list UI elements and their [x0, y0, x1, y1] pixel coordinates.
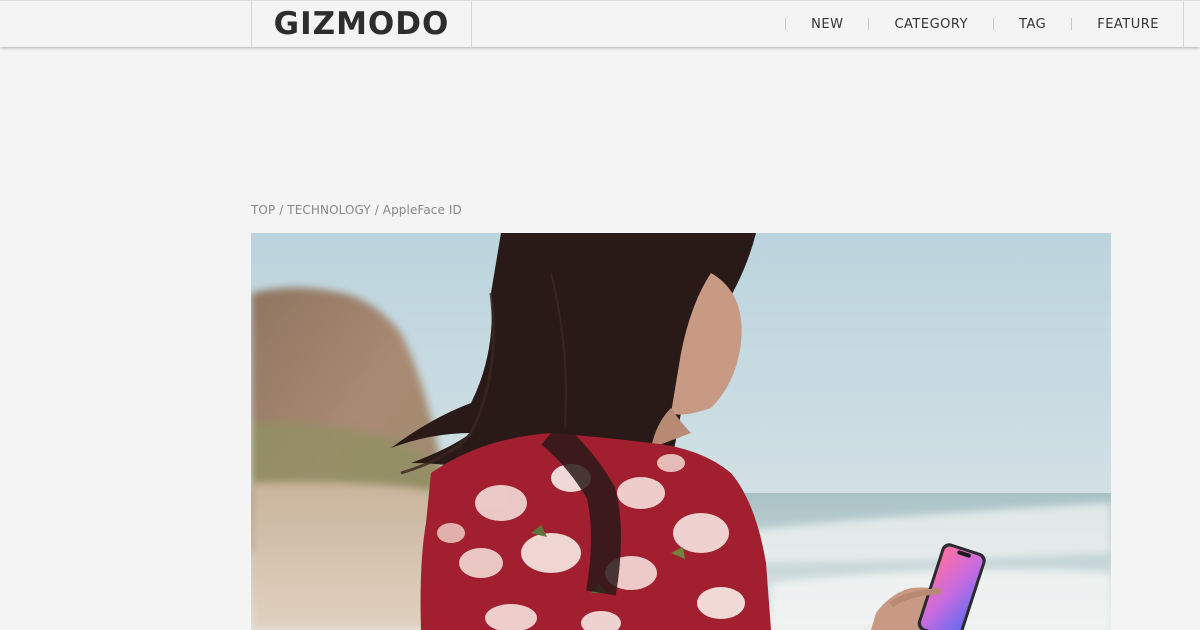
breadcrumb-technology[interactable]: TECHNOLOGY	[287, 203, 370, 217]
gizmodo-logo: GIZMODO	[273, 6, 450, 42]
breadcrumb: TOP / TECHNOLOGY / AppleFace ID	[251, 203, 462, 217]
breadcrumb-current[interactable]: AppleFace ID	[383, 203, 462, 217]
logo-link[interactable]: GIZMODO	[251, 1, 472, 47]
header-right-divider	[1183, 1, 1184, 47]
main-nav: NEW CATEGORY TAG FEATURE	[785, 1, 1184, 47]
hero-image	[251, 233, 1111, 630]
photo-woman-with-iphone-icon	[251, 233, 1111, 630]
breadcrumb-separator: /	[374, 203, 383, 217]
nav-item-feature: FEATURE	[1071, 1, 1184, 47]
site-header: GIZMODO NEW CATEGORY TAG FEATURE	[0, 0, 1200, 47]
page: GIZMODO NEW CATEGORY TAG FEATURE TOP / T…	[0, 0, 1200, 630]
breadcrumb-top[interactable]: TOP	[251, 203, 275, 217]
nav-item-tag: TAG	[993, 1, 1071, 47]
nav-link-feature[interactable]: FEATURE	[1072, 17, 1184, 32]
nav-item-new: NEW	[785, 1, 868, 47]
nav-link-category[interactable]: CATEGORY	[869, 17, 993, 32]
nav-item-category: CATEGORY	[868, 1, 993, 47]
nav-link-tag[interactable]: TAG	[994, 17, 1071, 32]
nav-link-new[interactable]: NEW	[786, 17, 868, 32]
